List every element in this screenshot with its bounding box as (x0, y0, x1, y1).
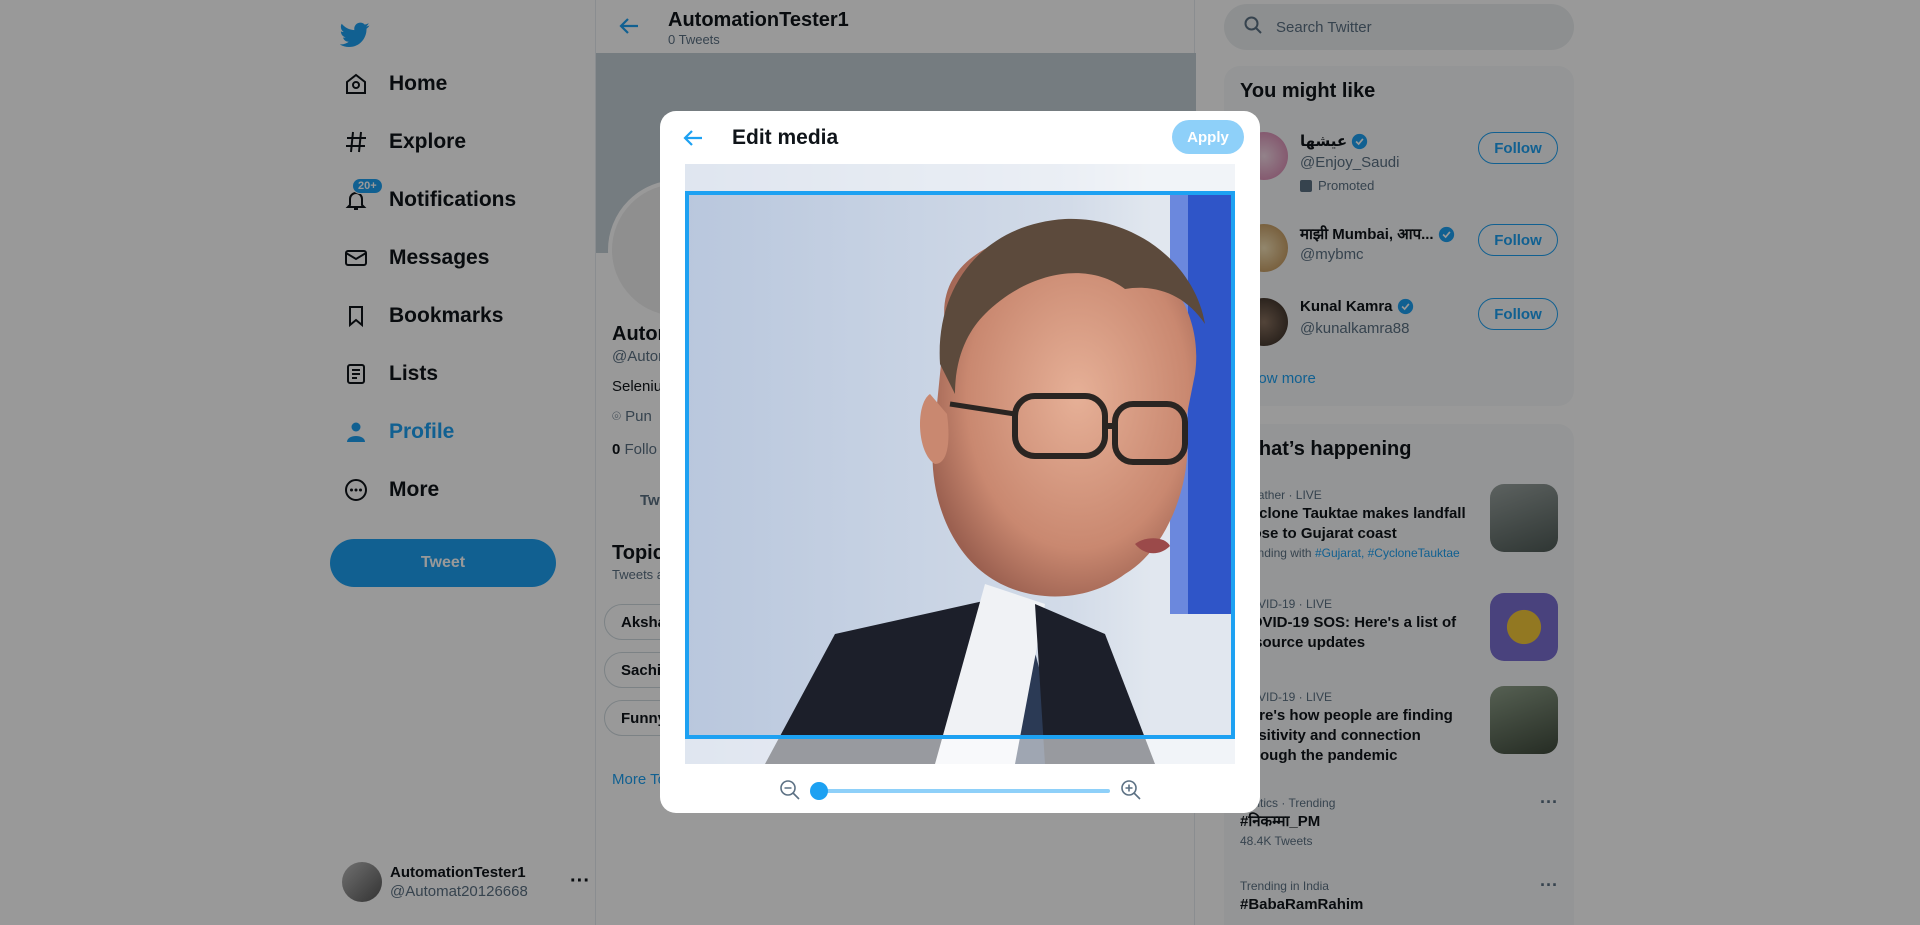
zoom-out-icon[interactable] (779, 779, 801, 801)
dialog-title: Edit media (732, 126, 839, 149)
apply-button[interactable]: Apply (1172, 120, 1244, 154)
back-arrow-icon[interactable] (678, 125, 708, 151)
crop-mask-top (685, 164, 1235, 191)
crop-mask-bottom (685, 739, 1235, 764)
crop-frame[interactable] (685, 191, 1235, 739)
crop-editor[interactable] (685, 164, 1235, 764)
page: { "colors": {"accent": "#1da1f2", "overl… (0, 0, 1920, 925)
zoom-slider-track[interactable] (818, 789, 1110, 793)
edit-media-dialog: Edit media Apply (660, 111, 1260, 813)
zoom-slider-handle[interactable] (810, 782, 828, 800)
zoom-control (660, 767, 1260, 813)
zoom-in-icon[interactable] (1120, 779, 1142, 801)
